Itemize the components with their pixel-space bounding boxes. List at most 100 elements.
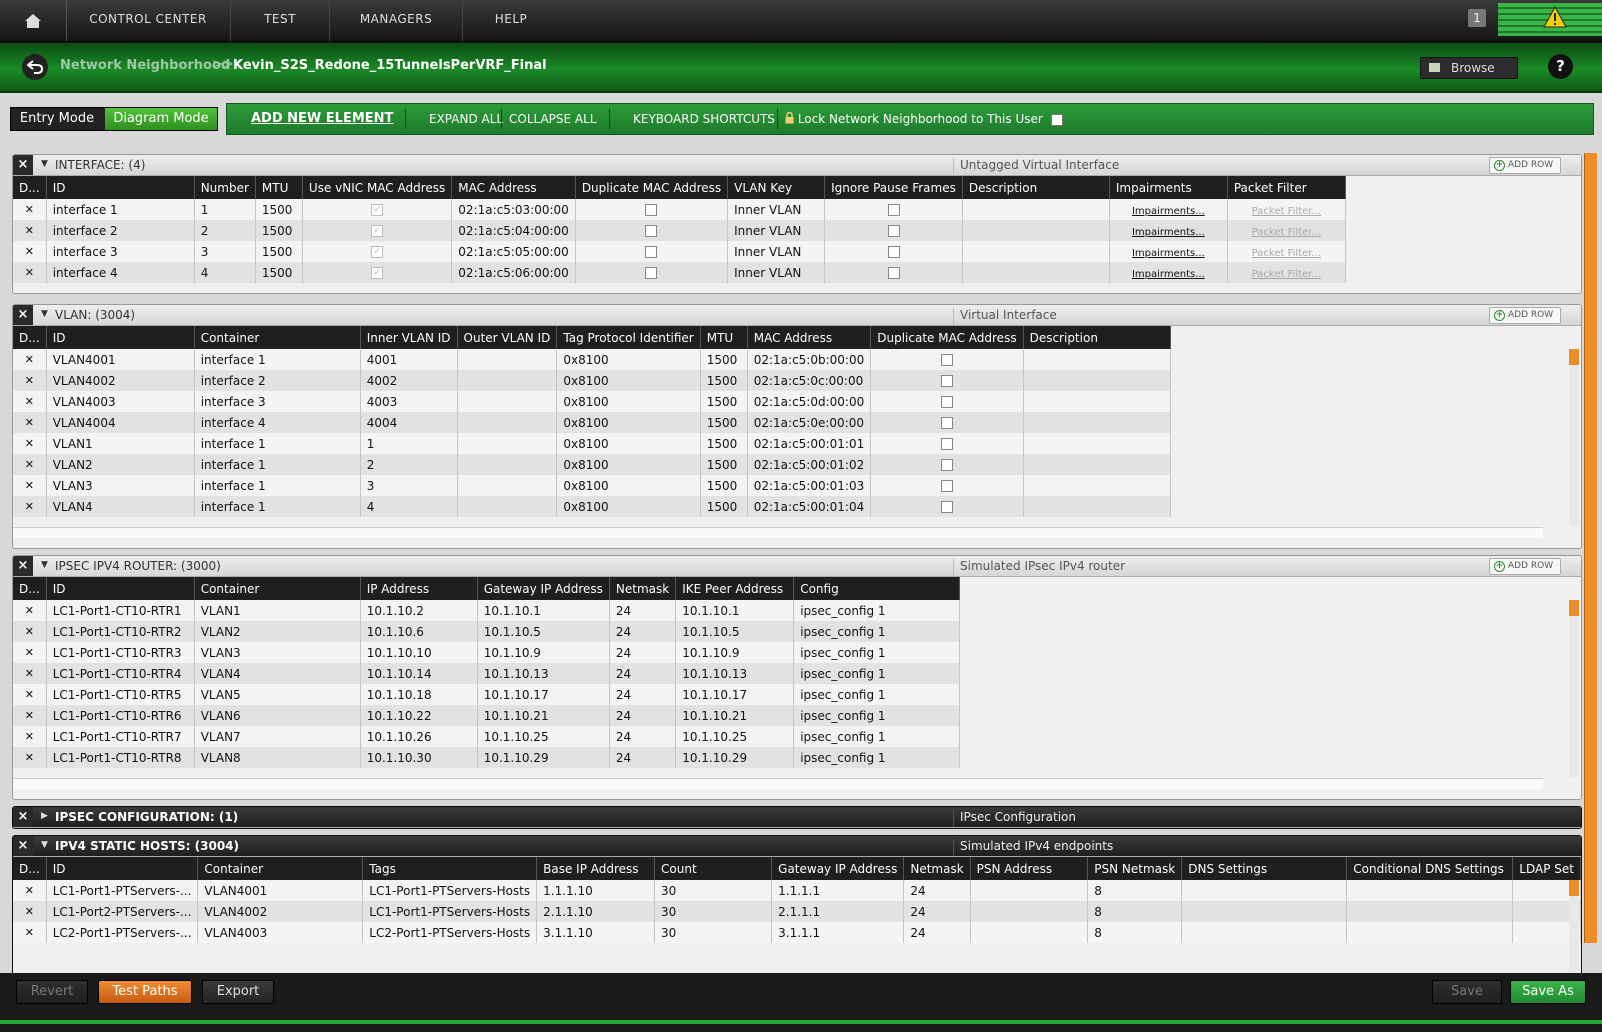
close-icon[interactable]: × [13, 155, 33, 175]
impairments-link[interactable]: Impairments... [1132, 269, 1205, 280]
column-header[interactable]: Inner VLAN ID [360, 326, 458, 349]
column-header[interactable]: D... [13, 857, 47, 880]
column-header[interactable]: ID [46, 176, 195, 199]
packet-filter-link[interactable]: Packet Filter... [1252, 206, 1321, 217]
column-header[interactable]: Description [1023, 326, 1171, 349]
vertical-scrollbar[interactable] [1569, 880, 1579, 972]
delete-row-icon[interactable]: ✕ [13, 349, 47, 370]
checked-checkbox[interactable]: ✓ [371, 204, 384, 216]
description-cell[interactable] [1023, 349, 1171, 370]
delete-row-icon[interactable]: ✕ [13, 454, 47, 475]
table-row[interactable]: ✕ LC1-Port1-PTServers-... VLAN4001 LC1-Port… [13, 880, 1581, 901]
page-scrollbar[interactable] [1584, 153, 1597, 943]
checkbox[interactable] [887, 246, 900, 258]
dns-settings-cell[interactable] [1181, 922, 1348, 943]
add-row-button[interactable]: + ADD ROW [1489, 157, 1561, 174]
keyboard-shortcuts-button[interactable]: KEYBOARD SHORTCUTS [633, 104, 775, 134]
description-cell[interactable] [1023, 454, 1171, 475]
nav-help[interactable]: HELP [463, 0, 559, 41]
column-header[interactable]: Conditional DNS Settings [1346, 857, 1514, 880]
column-header[interactable]: Container [194, 577, 361, 600]
column-header[interactable]: Use vNIC MAC Address [302, 176, 453, 199]
column-header[interactable]: Ignore Pause Frames [824, 176, 963, 199]
checkbox[interactable] [645, 267, 658, 279]
column-header[interactable]: IKE Peer Address [675, 577, 795, 600]
vertical-scrollbar[interactable] [1569, 349, 1579, 526]
column-header[interactable]: Impairments [1109, 176, 1228, 199]
checked-checkbox[interactable]: ✓ [371, 267, 384, 279]
test-paths-button[interactable]: Test Paths [98, 980, 192, 1004]
table-row[interactable]: ✕ VLAN3 interface 1 3 0x8100 1500 02:1a:c5:00:… [13, 475, 1171, 496]
table-row[interactable]: ✕ LC1-Port1-CT10-RTR1 VLAN1 10.1.10.2 10.1.1… [13, 600, 961, 621]
delete-row-icon[interactable]: ✕ [13, 684, 47, 705]
column-header[interactable]: Outer VLAN ID [457, 326, 558, 349]
table-row[interactable]: ✕ VLAN4002 interface 2 4002 0x8100 1500 02:1a:… [13, 370, 1171, 391]
add-new-element-button[interactable]: ADD NEW ELEMENT [251, 104, 393, 134]
table-row[interactable]: ✕ LC2-Port1-PTServers-... VLAN4003 LC2-Port… [13, 922, 1581, 943]
table-row[interactable]: ✕ interface 2 2 1500 ✓ 02:1a:c5:04:00:00 Inner… [13, 220, 1346, 241]
impairments-link[interactable]: Impairments... [1132, 248, 1205, 259]
column-header[interactable]: Gateway IP Address [477, 577, 610, 600]
checkbox[interactable] [940, 438, 953, 450]
help-button[interactable]: ? [1548, 54, 1573, 79]
column-header[interactable]: ID [46, 577, 195, 600]
close-icon[interactable]: × [13, 807, 33, 827]
conditional-dns-cell[interactable] [1346, 922, 1514, 943]
description-cell[interactable] [962, 220, 1110, 241]
column-header[interactable]: PSN Address [970, 857, 1089, 880]
add-row-button[interactable]: + ADD ROW [1489, 558, 1561, 575]
column-header[interactable]: Packet Filter [1227, 176, 1346, 199]
table-row[interactable]: ✕ VLAN2 interface 1 2 0x8100 1500 02:1a:c5:00:… [13, 454, 1171, 475]
checkbox[interactable] [940, 501, 953, 513]
table-row[interactable]: ✕ LC1-Port1-CT10-RTR6 VLAN6 10.1.10.22 10.1.… [13, 705, 961, 726]
column-header[interactable]: MTU [700, 326, 748, 349]
column-header[interactable]: D... [13, 326, 47, 349]
table-row[interactable]: ✕ LC1-Port2-PTServers-... VLAN4002 LC1-Port… [13, 901, 1581, 922]
column-header[interactable]: Duplicate MAC Address [575, 176, 729, 199]
table-row[interactable]: ✕ interface 1 1 1500 ✓ 02:1a:c5:03:00:00 Inner… [13, 199, 1346, 220]
description-cell[interactable] [962, 262, 1110, 283]
lock-checkbox[interactable] [1050, 113, 1063, 126]
column-header[interactable]: Count [654, 857, 773, 880]
column-header[interactable]: Container [197, 857, 364, 880]
description-cell[interactable] [1023, 391, 1171, 412]
revert-button[interactable]: Revert [16, 980, 88, 1004]
delete-row-icon[interactable]: ✕ [13, 199, 47, 220]
column-header[interactable]: Description [962, 176, 1110, 199]
horizontal-scrollbar[interactable] [13, 527, 1543, 538]
delete-row-icon[interactable]: ✕ [13, 241, 47, 262]
column-header[interactable]: PSN Netmask [1087, 857, 1183, 880]
packet-filter-link[interactable]: Packet Filter... [1252, 269, 1321, 280]
checked-checkbox[interactable]: ✓ [371, 246, 384, 258]
checkbox[interactable] [887, 267, 900, 279]
checkbox[interactable] [645, 246, 658, 258]
packet-filter-link[interactable]: Packet Filter... [1252, 248, 1321, 259]
impairments-link[interactable]: Impairments... [1132, 206, 1205, 217]
description-cell[interactable] [1023, 412, 1171, 433]
vertical-scrollbar[interactable] [1569, 600, 1579, 777]
table-row[interactable]: ✕ interface 4 4 1500 ✓ 02:1a:c5:06:00:00 Inner… [13, 262, 1346, 283]
checkbox[interactable] [940, 480, 953, 492]
breadcrumb-parent[interactable]: Network Neighborhood [60, 58, 230, 73]
checkbox[interactable] [940, 417, 953, 429]
description-cell[interactable] [1023, 433, 1171, 454]
delete-row-icon[interactable]: ✕ [13, 412, 47, 433]
table-row[interactable]: ✕ interface 3 3 1500 ✓ 02:1a:c5:05:00:00 Inner… [13, 241, 1346, 262]
delete-row-icon[interactable]: ✕ [13, 475, 47, 496]
close-icon[interactable]: × [13, 305, 33, 325]
column-header[interactable]: ID [46, 326, 195, 349]
table-row[interactable]: ✕ LC1-Port1-CT10-RTR3 VLAN3 10.1.10.10 10.1.… [13, 642, 961, 663]
expand-triangle-icon[interactable]: ▶ [41, 811, 48, 821]
table-row[interactable]: ✕ VLAN4004 interface 4 4004 0x8100 1500 02:1a:… [13, 412, 1171, 433]
delete-row-icon[interactable]: ✕ [13, 496, 47, 517]
dns-settings-cell[interactable] [1181, 880, 1348, 901]
table-row[interactable]: ✕ VLAN1 interface 1 1 0x8100 1500 02:1a:c5:00:… [13, 433, 1171, 454]
description-cell[interactable] [1023, 475, 1171, 496]
column-header[interactable]: Netmask [609, 577, 677, 600]
column-header[interactable]: D... [13, 176, 47, 199]
scroll-thumb[interactable] [1569, 349, 1579, 365]
delete-row-icon[interactable]: ✕ [13, 433, 47, 454]
description-cell[interactable] [1023, 496, 1171, 517]
scroll-thumb[interactable] [1569, 880, 1579, 896]
column-header[interactable]: Number [194, 176, 256, 199]
